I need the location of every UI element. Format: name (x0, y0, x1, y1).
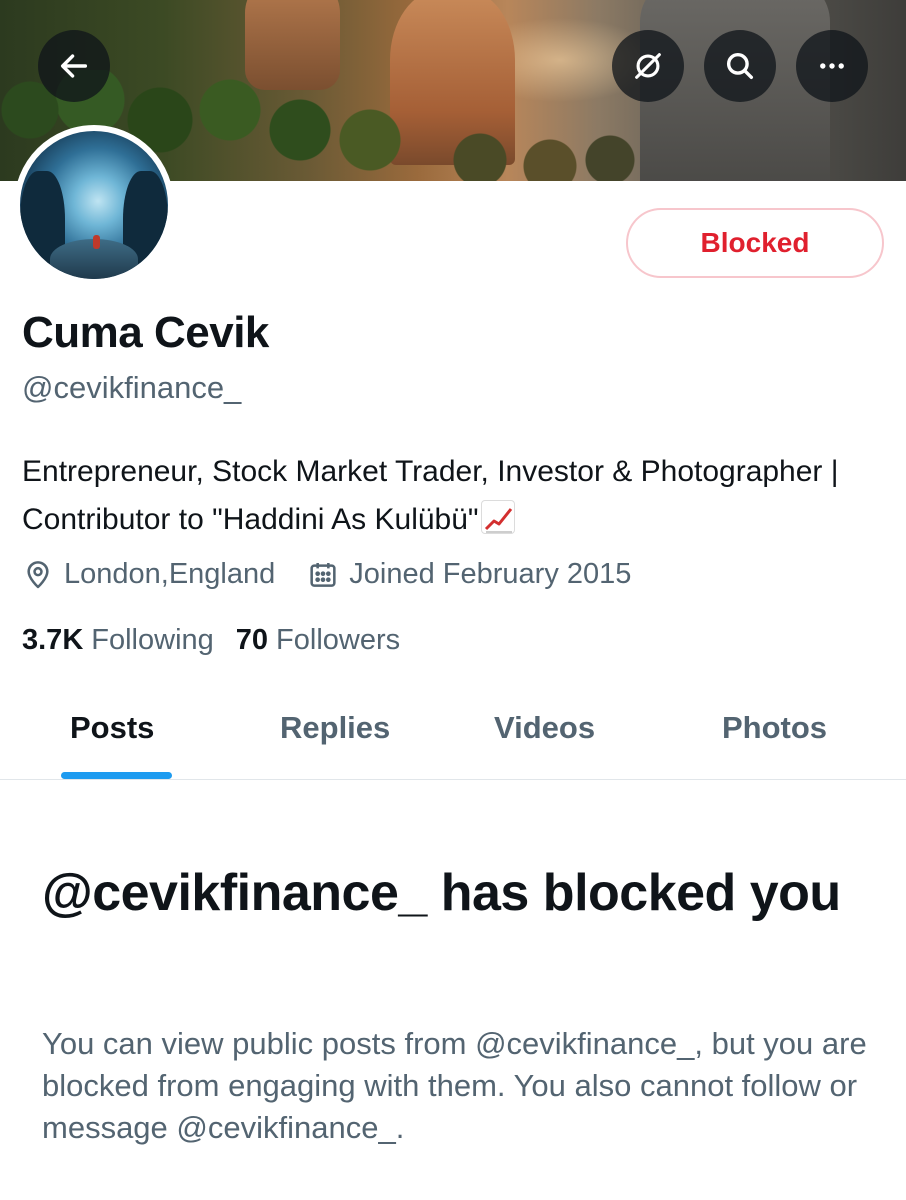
more-dots-icon (820, 63, 844, 69)
following-label: Following (91, 624, 214, 656)
following-count: 3.7K (22, 624, 84, 656)
location-text: London,England (64, 558, 276, 590)
followers-label: Followers (276, 624, 401, 656)
banner-trees (440, 130, 640, 181)
slashed-circle-icon (635, 53, 661, 79)
chart-increasing-icon (480, 500, 515, 534)
avatar[interactable] (14, 125, 174, 285)
arrow-left-icon (60, 54, 88, 78)
grok-button[interactable] (612, 30, 684, 102)
avatar-person (93, 235, 100, 249)
blocked-button[interactable]: Blocked (626, 208, 884, 278)
blocked-notice-title: @cevikfinance_ has blocked you (42, 864, 841, 922)
back-button[interactable] (38, 30, 110, 102)
profile-meta: London,England Joined February 2015 (22, 558, 663, 591)
following-link[interactable]: 3.7K Following (22, 624, 214, 657)
profile-handle: @cevikfinance_ (22, 370, 242, 405)
join-date-text: Joined February 2015 (349, 558, 632, 590)
followers-link[interactable]: 70 Followers (236, 624, 400, 657)
profile-name: Cuma Cevik (22, 308, 269, 357)
tab-videos[interactable]: Videos (494, 710, 595, 746)
profile-tabs: Posts Replies Videos Photos (0, 690, 906, 780)
join-date: Joined February 2015 (307, 558, 631, 591)
location-pin-icon (27, 560, 49, 588)
tab-replies[interactable]: Replies (280, 710, 390, 746)
active-tab-indicator (61, 772, 172, 779)
blocked-notice-description: You can view public posts from @cevikfin… (42, 1026, 867, 1145)
follow-stats: 3.7K Following 70 Followers (22, 624, 422, 657)
calendar-icon (310, 562, 336, 587)
profile-bio: Entrepreneur, Stock Market Trader, Inves… (22, 448, 892, 544)
more-options-button[interactable] (796, 30, 868, 102)
tab-photos[interactable]: Photos (722, 710, 827, 746)
bio-text: Entrepreneur, Stock Market Trader, Inves… (22, 455, 839, 536)
search-button[interactable] (704, 30, 776, 102)
location: London,England (22, 558, 275, 591)
followers-count: 70 (235, 624, 269, 656)
search-icon (726, 52, 754, 80)
tab-posts[interactable]: Posts (70, 710, 154, 746)
